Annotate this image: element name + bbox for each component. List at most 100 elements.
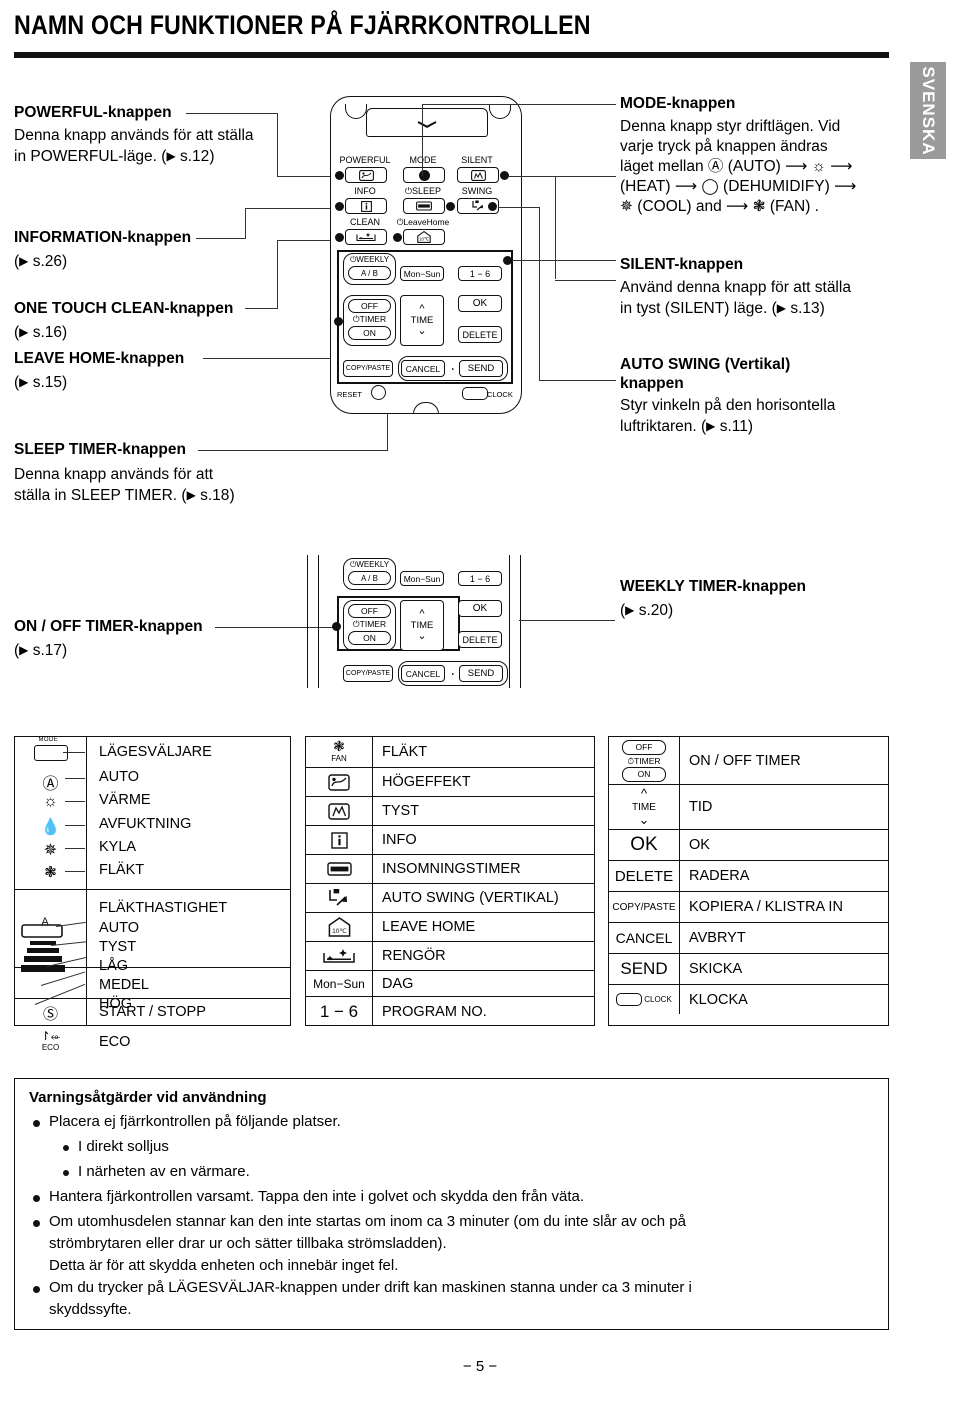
sleep-button[interactable] <box>403 198 445 214</box>
callout-sleep-timer-body2: ställa in SLEEP TIMER. (▶ s.18) <box>14 485 235 506</box>
page-ref-triangle-icon: ▶ <box>625 603 635 617</box>
mon-sun-button[interactable]: Mon−Sun <box>400 266 444 281</box>
info-button-marker <box>335 202 344 211</box>
ok-button-2[interactable]: OK <box>458 600 502 617</box>
delete-button-2[interactable]: DELETE <box>458 631 502 648</box>
callout-powerful-ref: s.12 <box>180 148 210 165</box>
copy-paste-button-2[interactable]: COPY/PASTE <box>343 665 393 682</box>
temp-down-button[interactable] <box>366 108 488 137</box>
program-no-button[interactable]: 1 − 6 <box>458 266 502 281</box>
sleep-button-marker <box>446 202 455 211</box>
label2-timer-text: TIMER <box>359 619 387 629</box>
delete-button[interactable]: DELETE <box>458 326 502 343</box>
warning-item-6: Om du trycker på LÄGESVÄLJAR-knappen und… <box>49 1279 692 1296</box>
callout-one-touch-clean-heading: ONE TOUCH CLEAN-knappen <box>14 300 234 317</box>
chevron-down-icon: ⌄ <box>638 811 650 827</box>
callout-powerful-body2-end: ) <box>209 148 215 165</box>
powerful-button[interactable] <box>345 167 387 183</box>
powerful-button-marker <box>335 171 344 180</box>
callout-powerful-body2: in POWERFUL-läge. (▶ s.12) <box>14 146 254 167</box>
callout-powerful-body2-text: in POWERFUL-läge. ( <box>14 148 167 165</box>
label-clean: CLEAN <box>349 217 380 227</box>
sleep-bed-icon <box>306 855 373 883</box>
cancel-icon-label: CANCEL <box>615 930 673 946</box>
droplet-dehumidify-icon: ◯ <box>701 178 719 195</box>
callout-mode-l3b: (AUTO) <box>723 158 786 175</box>
program-no-button-2[interactable]: 1 − 6 <box>458 571 502 586</box>
copy-paste-label: COPY/PASTE <box>345 365 391 372</box>
off-timer-button[interactable]: OFF <box>348 299 391 313</box>
program-no-icon-label: 1 − 6 <box>319 1001 359 1021</box>
delete-label-2: DELETE <box>462 634 498 645</box>
on-label: ON <box>363 328 376 338</box>
row-avfuktning: AVFUKTNING <box>99 816 192 832</box>
paren-close: ) <box>668 602 674 619</box>
row-label-insomningstimer: INSOMNINGSTIMER <box>382 861 521 877</box>
row-label-hogeffekt: HÖGEFFEKT <box>382 774 471 790</box>
time-button[interactable]: ^ TIME ⌄ <box>400 295 444 346</box>
paren-close: ) <box>62 324 68 341</box>
on-off-timer-marker-2 <box>332 622 341 631</box>
table-row: INFO <box>306 826 594 855</box>
warning-item-6b: skyddssyfte. <box>49 1301 132 1318</box>
bullet-icon <box>33 1195 40 1202</box>
page-ref-triangle-icon: ▶ <box>166 149 176 163</box>
off-label: OFF <box>361 301 378 311</box>
copy-paste-button[interactable]: COPY/PASTE <box>343 360 393 377</box>
row-eco: ECO <box>99 1034 131 1050</box>
on-pill: ON <box>622 766 666 782</box>
cancel-button[interactable]: CANCEL <box>401 360 445 377</box>
mon-sun-button-2[interactable]: Mon−Sun <box>400 571 444 586</box>
warnings-box: Varningsåtgärder vid användning Placera … <box>14 1078 889 1330</box>
snowflake-cool-icon: ✵ <box>43 842 58 859</box>
weekly2-ab-button[interactable]: A / B <box>348 571 391 585</box>
row-label-on-off-timer: ON / OFF TIMER <box>689 752 801 769</box>
fan-icon-label: FAN <box>331 753 347 763</box>
on-timer-button[interactable]: ON <box>348 326 391 340</box>
info-button[interactable] <box>345 198 387 214</box>
table-row: OFF ⏱TIMER ON ON / OFF TIMER <box>609 737 888 785</box>
ok-label-2: OK <box>472 603 488 614</box>
label2-weekly: ⏻WEEKLY <box>343 560 396 570</box>
leader-line-swing-v <box>539 207 541 381</box>
clean-button[interactable] <box>345 229 387 245</box>
droplet-dehumidify-icon: 💧 <box>40 819 61 836</box>
silent-button[interactable] <box>457 167 499 183</box>
clean-icon <box>356 232 376 242</box>
leader-line-weekly-top <box>512 260 616 262</box>
symbol-table-left-divider <box>86 737 88 889</box>
reset-button[interactable] <box>371 385 386 400</box>
on-timer-button-2[interactable]: ON <box>348 631 391 645</box>
chevron-up-icon: ^ <box>419 608 425 620</box>
leave-home-icon: 10℃ <box>417 231 431 243</box>
table-row: OK OK <box>609 830 888 861</box>
mon-sun-label-2: Mon−Sun <box>403 573 441 584</box>
ok-button[interactable]: OK <box>458 295 502 312</box>
warning-item-5b: strömbrytaren eller drar ur och sätter t… <box>49 1235 447 1252</box>
clock-button[interactable] <box>462 387 488 400</box>
send-label: SEND <box>467 363 495 374</box>
leader-line-mode-v <box>422 104 424 176</box>
program-no-label-2: 1 − 6 <box>469 573 491 584</box>
mode-button[interactable] <box>403 167 445 183</box>
send-button[interactable]: SEND <box>459 360 503 377</box>
cancel-button-2[interactable]: CANCEL <box>401 665 445 682</box>
leave-home-button[interactable]: 10℃ <box>403 229 445 245</box>
warnings-title: Varningsåtgärder vid användning <box>29 1089 267 1106</box>
row-label-kopiera: KOPIERA / KLISTRA IN <box>689 899 843 915</box>
callout-mode-l3a: läget mellan <box>620 158 708 175</box>
time-button-2[interactable]: ^ TIME ⌄ <box>400 600 444 651</box>
swing-button-marker <box>488 202 497 211</box>
page-ref-triangle-icon: ▶ <box>186 488 196 502</box>
callout-auto-swing-l1: Styr vinkeln på den horisontella <box>620 397 836 414</box>
weekly-ab-button[interactable]: A / B <box>348 266 391 280</box>
mode-icon <box>418 169 430 181</box>
callout-mode-l3: läget mellan Ⓐ (AUTO) ⟶ ☼ ⟶ <box>620 157 895 177</box>
callout-mode-l5b: (FAN) . <box>765 198 819 215</box>
off-timer-button-2[interactable]: OFF <box>348 604 391 618</box>
bullet-icon <box>33 1220 40 1227</box>
svg-text:A: A <box>41 916 49 928</box>
leader-mode <box>63 752 85 754</box>
arrow-right-icon: ⟶ <box>834 178 857 195</box>
send-button-2[interactable]: SEND <box>459 665 503 682</box>
